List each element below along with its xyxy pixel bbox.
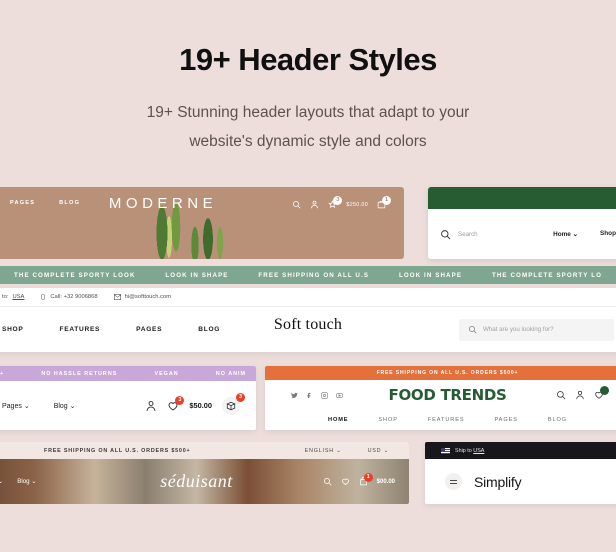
ticker-item: FREE SHIPPING ON ALL U.S: [258, 271, 370, 279]
cart-badge: 1: [363, 473, 373, 482]
vegan-nav-item-pages[interactable]: Pages ⌄: [2, 402, 30, 410]
header-preview-simplify[interactable]: Ship to USA Simplify: [425, 442, 616, 504]
vegan-ticker-bar: 0+ NO HASSLE RETURNS VEGAN NO ANIM: [0, 366, 256, 381]
food-nav-item-home[interactable]: HOME: [328, 417, 348, 423]
vegan-icon-group[interactable]: 3 $50.00 3: [145, 392, 245, 415]
chevron-down-icon: ⌄: [572, 231, 579, 238]
cart-total: $250.00: [346, 201, 368, 208]
ship-to-selector[interactable]: Ship to USA: [455, 448, 484, 454]
ticker-item: LOOK IN SHAPE: [165, 271, 229, 279]
food-announcement-bar: FREE SHIPPING ON ALL U.S. ORDERS $500+: [265, 366, 616, 380]
food-nav-item-pages[interactable]: PAGES: [494, 417, 517, 423]
header-preview-soft-touch[interactable]: to: USA Call: +32 9006868 hi@softtouch.c…: [0, 288, 616, 352]
moderne-nav-item-blog[interactable]: BLOG: [59, 200, 80, 206]
search-icon[interactable]: [292, 200, 301, 209]
seduisant-announcement-bar: FREE SHIPPING ON ALL U.S. ORDERS $500+ E…: [0, 442, 409, 459]
header-preview-moderne[interactable]: PAGES BLOG 3 $250.00 1 MODERNE: [0, 187, 404, 259]
ticker-item: THE COMPLETE SPORTY LOOK: [14, 271, 136, 279]
hamburger-menu-icon[interactable]: [445, 473, 462, 490]
food-trends-nav[interactable]: HOME SHOP FEATURES PAGES BLOG: [265, 410, 616, 430]
language-selector[interactable]: ENGLISH ⌄: [305, 448, 342, 454]
phone-info: Call: +32 9006868: [40, 294, 98, 300]
ship-to-selector[interactable]: to: USA: [2, 294, 24, 300]
soft-touch-topbar: to: USA Call: +32 9006868 hi@softtouch.c…: [0, 288, 616, 307]
wishlist-badge: [600, 386, 609, 395]
ticker-item: NO HASSLE RETURNS: [41, 370, 118, 377]
ship-country: USA: [12, 294, 25, 300]
food-nav-item-shop[interactable]: SHOP: [378, 417, 397, 423]
header-preview-vegan[interactable]: 0+ NO HASSLE RETURNS VEGAN NO ANIM Pages…: [0, 366, 256, 430]
account-icon[interactable]: [145, 400, 157, 412]
simplify-topbar[interactable]: Ship to USA: [425, 442, 616, 459]
page-title: 19+ Header Styles: [179, 42, 437, 77]
us-flag-icon: [441, 447, 450, 454]
hero-section: 19+ Header Styles 19+ Stunning header la…: [0, 0, 616, 156]
chevron-down-icon: ⌄: [336, 447, 342, 454]
cart-icon-wrapper[interactable]: 1: [359, 473, 373, 486]
ticker-item: VEGAN: [154, 370, 179, 377]
hero-subtitle-line-2: website's dynamic style and colors: [189, 133, 427, 150]
wishlist-badge: 3: [175, 395, 185, 405]
phone-icon: [40, 294, 46, 300]
moderne-icon-group[interactable]: 3 $250.00 1: [292, 196, 391, 209]
green-nav-item-shop[interactable]: Shop: [600, 230, 616, 238]
locale-selectors[interactable]: ENGLISH ⌄ USD ⌄: [305, 448, 389, 454]
simplify-logo[interactable]: Simplify: [474, 474, 522, 490]
email-info[interactable]: hi@softtouch.com: [113, 294, 171, 300]
announcement-text: FREE SHIPPING ON ALL U.S. ORDERS $500+: [376, 370, 519, 376]
header-preview-seduisant[interactable]: FREE SHIPPING ON ALL U.S. ORDERS $500+ E…: [0, 442, 409, 504]
wishlist-icon-wrapper[interactable]: [594, 386, 609, 400]
seduisant-logo[interactable]: séduisant: [0, 471, 409, 492]
announcement-text: FREE SHIPPING ON ALL U.S. ORDERS $500+: [44, 447, 191, 454]
wishlist-badge: 3: [333, 196, 343, 205]
soft-touch-logo[interactable]: Soft touch: [0, 316, 616, 334]
currency-selector[interactable]: USD ⌄: [368, 448, 389, 454]
header-preview-food-trends[interactable]: FREE SHIPPING ON ALL U.S. ORDERS $500+ F…: [265, 366, 616, 430]
ticker-item: NO ANIM: [215, 370, 246, 377]
vegan-nav[interactable]: Pages ⌄ Blog ⌄: [2, 402, 76, 410]
hero-subtitle-line-1: 19+ Stunning header layouts that adapt t…: [146, 104, 470, 121]
cart-icon-wrapper[interactable]: 3: [222, 392, 245, 415]
search-icon[interactable]: [440, 229, 451, 240]
cart-badge: 3: [236, 392, 245, 402]
food-nav-item-features[interactable]: FEATURES: [428, 417, 465, 423]
chevron-down-icon: ⌄: [69, 402, 76, 410]
moderne-nav-item-pages[interactable]: PAGES: [10, 200, 35, 206]
cart-icon-wrapper[interactable]: 1: [377, 196, 391, 209]
food-nav-item-blog[interactable]: BLOG: [548, 417, 567, 423]
mail-icon: [113, 294, 121, 300]
ticker-item: THE COMPLETE SPORTY LO: [491, 271, 602, 279]
sporty-ticker-bar: THE COMPLETE SPORTY LOOK LOOK IN SHAPE F…: [0, 266, 616, 284]
chevron-down-icon: ⌄: [23, 402, 30, 410]
ticker-item: 0+: [0, 370, 5, 377]
wishlist-icon-wrapper[interactable]: 3: [167, 395, 185, 412]
search-input[interactable]: Search: [458, 231, 478, 238]
green-nav[interactable]: Home ⌄ Shop: [553, 230, 616, 238]
hero-subtitle: 19+ Stunning header layouts that adapt t…: [0, 98, 616, 156]
green-topbar: [428, 187, 616, 209]
wishlist-icon-wrapper[interactable]: 3: [328, 196, 343, 209]
food-trends-logo[interactable]: FOOD TRENDS: [265, 386, 616, 404]
moderne-nav[interactable]: PAGES BLOG: [10, 200, 80, 206]
ticker-item: LOOK IN SHAPE: [398, 271, 463, 279]
header-preview-green[interactable]: Search Home ⌄ Shop: [428, 187, 616, 259]
vegan-nav-item-blog[interactable]: Blog ⌄: [54, 402, 76, 410]
green-nav-item-home[interactable]: Home ⌄: [553, 230, 578, 238]
cart-total: $50.00: [189, 401, 212, 410]
cart-badge: 1: [382, 196, 391, 205]
account-icon[interactable]: [310, 200, 319, 209]
ship-country: USA: [473, 447, 485, 454]
chevron-down-icon: ⌄: [383, 447, 389, 454]
